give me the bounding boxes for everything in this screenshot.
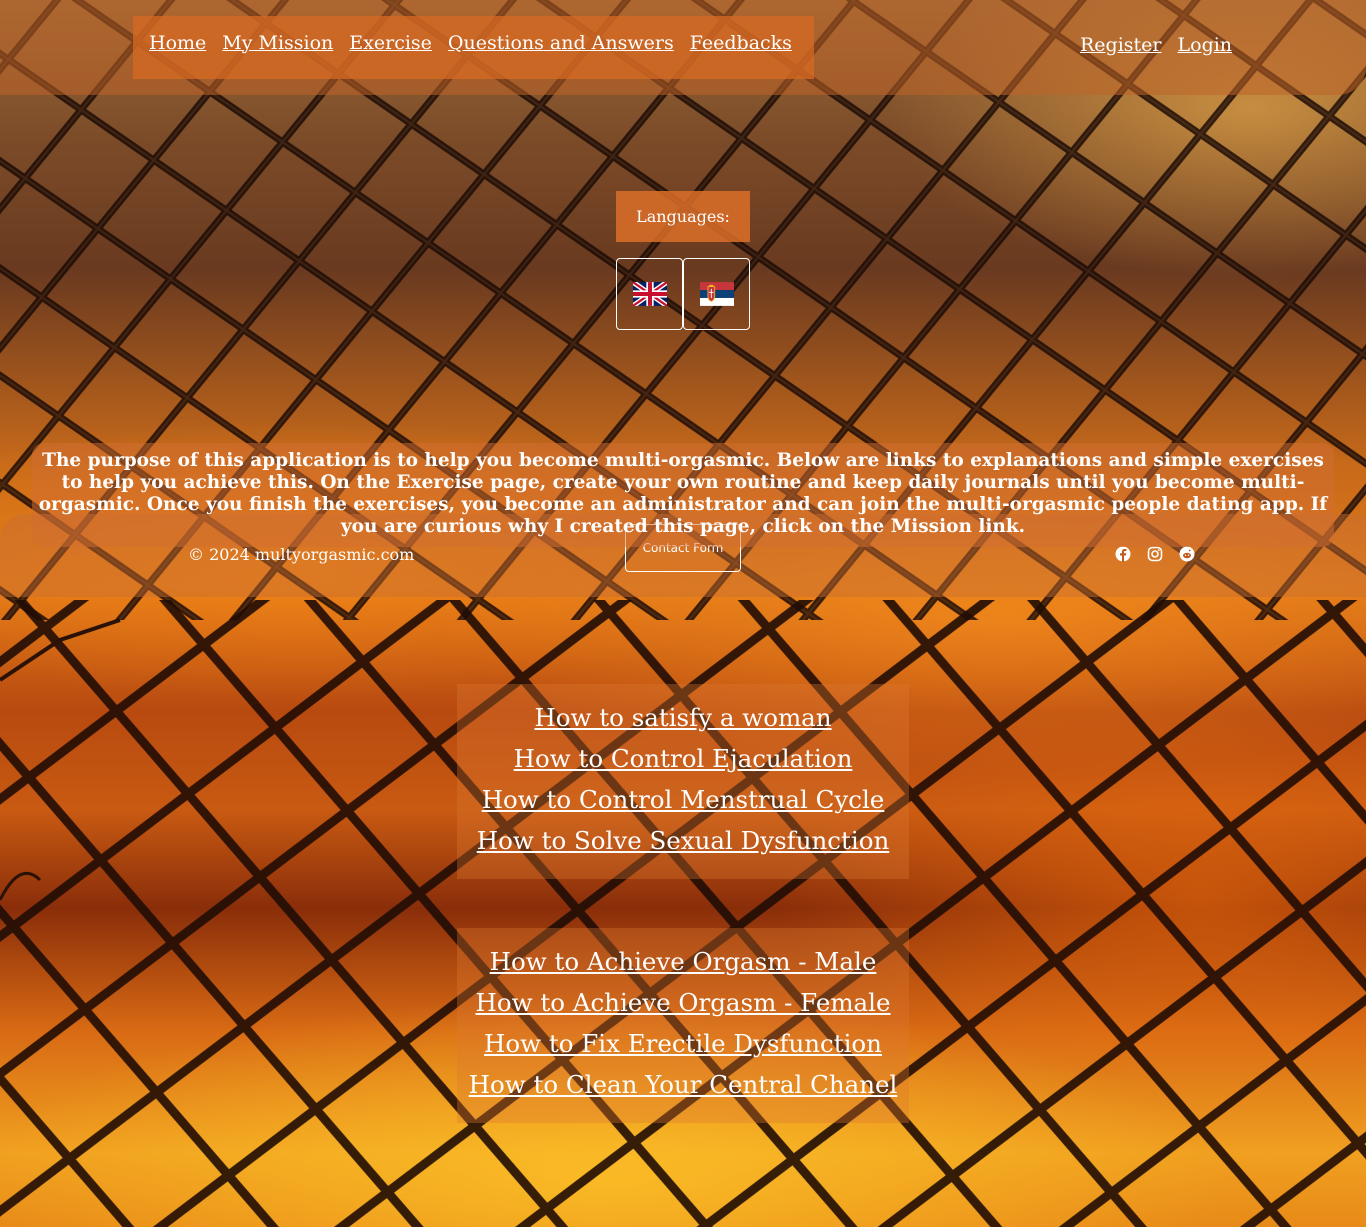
auth-links: Register Login xyxy=(1080,34,1232,56)
nav-mission-link[interactable]: My Mission xyxy=(222,32,333,54)
uk-flag-icon xyxy=(632,282,667,306)
language-serbian-button[interactable] xyxy=(683,258,750,330)
guide-links-group-1: How to satisfy a woman How to Control Ej… xyxy=(457,684,909,879)
guide-link-control-menstrual-cycle[interactable]: How to Control Menstrual Cycle xyxy=(482,779,885,820)
guide-link-satisfy-woman[interactable]: How to satisfy a woman xyxy=(534,697,831,738)
reddit-link[interactable] xyxy=(1178,545,1196,563)
guide-link-control-ejaculation[interactable]: How to Control Ejaculation xyxy=(514,738,853,779)
nav-feedbacks-link[interactable]: Feedbacks xyxy=(690,32,792,54)
copyright-text: © 2024 multyorgasmic.com xyxy=(188,545,415,564)
login-link[interactable]: Login xyxy=(1178,34,1233,56)
guide-links-group-2: How to Achieve Orgasm - Male How to Achi… xyxy=(457,928,909,1123)
reddit-icon xyxy=(1179,546,1195,562)
serbia-flag-icon xyxy=(699,282,734,306)
guide-link-sexual-dysfunction[interactable]: How to Solve Sexual Dysfunction xyxy=(477,820,889,861)
nav-home-link[interactable]: Home xyxy=(149,32,206,54)
language-english-button[interactable] xyxy=(616,258,683,330)
purpose-text: The purpose of this application is to he… xyxy=(32,443,1334,547)
facebook-icon xyxy=(1115,546,1131,562)
instagram-icon xyxy=(1147,546,1163,562)
nav-qa-link[interactable]: Questions and Answers xyxy=(448,32,674,54)
instagram-link[interactable] xyxy=(1146,545,1164,563)
facebook-link[interactable] xyxy=(1114,545,1132,563)
guide-link-erectile-dysfunction[interactable]: How to Fix Erectile Dysfunction xyxy=(484,1023,882,1064)
guide-link-orgasm-female[interactable]: How to Achieve Orgasm - Female xyxy=(476,982,891,1023)
languages-label: Languages: xyxy=(616,191,750,242)
main-nav: Home My Mission Exercise Questions and A… xyxy=(133,16,814,79)
guide-link-central-chanel[interactable]: How to Clean Your Central Chanel xyxy=(469,1064,898,1105)
register-link[interactable]: Register xyxy=(1080,34,1162,56)
nav-exercise-link[interactable]: Exercise xyxy=(349,32,432,54)
guide-link-orgasm-male[interactable]: How to Achieve Orgasm - Male xyxy=(490,941,877,982)
